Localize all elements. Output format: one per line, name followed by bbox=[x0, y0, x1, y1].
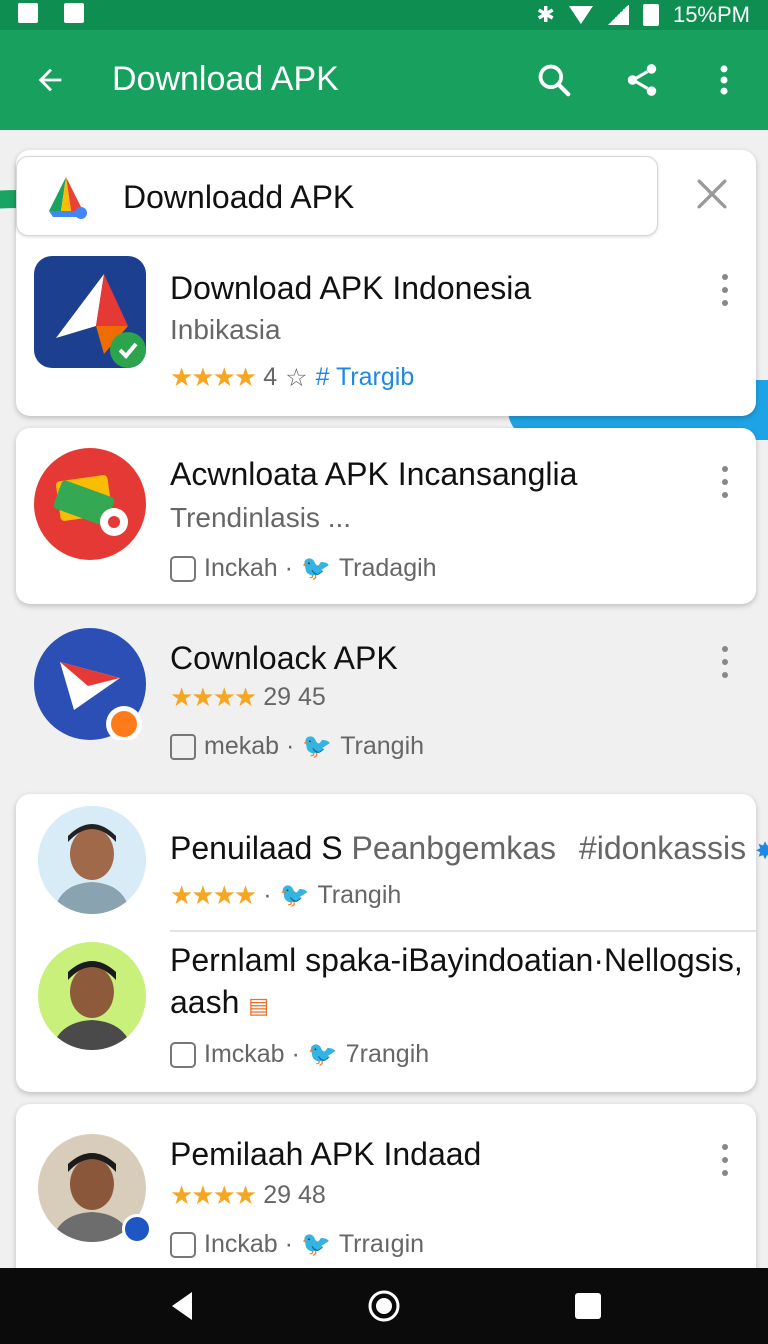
list-item[interactable]: Download APK Indonesia Inbikasia ★★★★ 4 … bbox=[16, 250, 756, 410]
search-field[interactable]: Downloadd APK bbox=[16, 156, 658, 236]
star-icon: ★★★★ bbox=[170, 682, 257, 712]
app-name: Pemilaah APK Indaad bbox=[170, 1136, 482, 1172]
app-bar: Download APK bbox=[0, 30, 768, 130]
star-outline-icon: ☆ bbox=[285, 363, 308, 392]
verified-icon: ✸ bbox=[755, 838, 768, 865]
social-row: Inckah · 🐦 Tradagih bbox=[170, 554, 437, 583]
twitter-icon: 🐦 bbox=[279, 882, 310, 909]
search-icon bbox=[538, 64, 571, 97]
page-title: Download APK bbox=[112, 60, 339, 98]
share-icon bbox=[627, 64, 657, 96]
star-icon: ★★★★ bbox=[170, 880, 257, 910]
nav-back-icon[interactable] bbox=[162, 1286, 202, 1326]
people-card: Penuilaad S Peanbgemkas #idonkassis ✸ ★★… bbox=[16, 794, 768, 1092]
app-name: Acwnloata APK Incansanglia bbox=[170, 456, 578, 492]
badge-icon bbox=[122, 1214, 152, 1244]
item-menu-button[interactable] bbox=[714, 462, 736, 502]
rating-row: ★★★★ 4 ☆ # Trargib bbox=[170, 362, 414, 393]
signal-icon bbox=[606, 5, 629, 25]
social-handle[interactable]: Trangih bbox=[317, 881, 401, 910]
social-row: Inckab · 🐦 Trraıgin bbox=[170, 1230, 424, 1259]
app-name: Download APK Indonesia bbox=[170, 270, 532, 306]
social-handle[interactable]: Inckab · bbox=[204, 1230, 293, 1259]
app-name: Cownloack APK bbox=[170, 640, 398, 676]
list-item[interactable]: Cownloack APK ★★★★ 29 45 mekab · 🐦 Trang… bbox=[16, 618, 756, 778]
rating-value: 4 bbox=[263, 363, 278, 391]
status-time: 15%PM bbox=[672, 2, 750, 27]
hashtag-link[interactable]: # Trargib bbox=[316, 363, 415, 392]
app-developer: Trendinlasis ... bbox=[170, 502, 352, 533]
divider bbox=[170, 930, 756, 932]
social-handle[interactable]: mekab · bbox=[204, 732, 294, 761]
social-handle-2[interactable]: Trraıgin bbox=[339, 1230, 424, 1259]
app-icon bbox=[34, 448, 146, 560]
social-row: Imckab · 🐦 7rangih bbox=[170, 1040, 429, 1069]
social-row: mekab · 🐦 Trangih bbox=[170, 732, 424, 761]
hashtag-link[interactable]: #idonkassis bbox=[579, 830, 746, 866]
item-menu-button[interactable] bbox=[714, 1140, 736, 1180]
rating-value: 29 45 bbox=[263, 683, 326, 711]
twitter-icon: 🐦 bbox=[300, 555, 331, 582]
twitter-icon: 🐦 bbox=[300, 1231, 331, 1258]
nav-recents-icon[interactable] bbox=[568, 1286, 608, 1326]
social-handle[interactable]: Imckab · bbox=[204, 1040, 300, 1069]
star-icon: ★★★★ bbox=[170, 1180, 257, 1210]
search-button[interactable] bbox=[530, 56, 578, 104]
social-handle-2[interactable]: Tradagih bbox=[339, 554, 437, 583]
bluetooth-icon: ✱ bbox=[536, 2, 555, 27]
item-menu-button[interactable] bbox=[714, 642, 736, 682]
rating-row: ★★★★ 29 48 bbox=[170, 1180, 326, 1211]
wifi-icon bbox=[568, 6, 593, 24]
system-navigation-bar bbox=[0, 1268, 768, 1344]
overflow-menu-button[interactable] bbox=[700, 56, 748, 104]
app-icon bbox=[34, 628, 146, 740]
search-input[interactable]: Downloadd APK bbox=[123, 179, 354, 216]
app-icon bbox=[34, 256, 146, 368]
more-vert-icon bbox=[720, 65, 728, 95]
instagram-icon bbox=[170, 1041, 196, 1068]
item-menu-button[interactable] bbox=[714, 270, 736, 310]
avatar bbox=[38, 806, 146, 914]
twitter-icon: 🐦 bbox=[307, 1041, 338, 1068]
app-logo-icon bbox=[49, 177, 87, 219]
rating-row: ★★★★ 29 45 bbox=[170, 682, 326, 713]
nav-home-icon[interactable] bbox=[364, 1286, 404, 1326]
close-button[interactable] bbox=[690, 172, 734, 216]
person-name: Pernlaml spaka-iBayindoatian·Nellogsis, bbox=[170, 942, 743, 978]
close-icon bbox=[697, 179, 727, 209]
list-item[interactable]: Acwnloata APK Incansanglia Trendinlasis … bbox=[16, 428, 756, 604]
status-bar: ✱ 15%PM bbox=[0, 0, 768, 30]
person-name: Penuilaad S Peanbgemkas #idonkassis ✸ bbox=[170, 830, 768, 867]
back-button[interactable] bbox=[28, 58, 72, 102]
notification-icon-2 bbox=[64, 3, 84, 23]
instagram-icon bbox=[170, 1231, 196, 1258]
instagram-icon bbox=[170, 555, 196, 582]
app-developer: Inbikasia bbox=[170, 314, 281, 345]
social-handle-2[interactable]: 7rangih bbox=[346, 1040, 429, 1069]
twitter-icon: 🐦 bbox=[302, 733, 333, 760]
badge-icon: ▤ bbox=[248, 993, 270, 1018]
avatar bbox=[38, 942, 146, 1050]
share-button[interactable] bbox=[618, 56, 666, 104]
social-handle[interactable]: Inckah · bbox=[204, 554, 293, 583]
social-handle-2[interactable]: Trangih bbox=[340, 732, 424, 761]
battery-icon bbox=[642, 4, 659, 26]
info-icon bbox=[170, 733, 196, 760]
rating-value: 29 48 bbox=[263, 1181, 326, 1209]
star-icon: ★★★★ bbox=[170, 362, 257, 392]
back-arrow-icon bbox=[38, 68, 62, 92]
rating-row: ★★★★ · 🐦 Trangih bbox=[170, 880, 402, 910]
person-name-line2: aash ▤ bbox=[170, 984, 270, 1020]
notification-icon bbox=[18, 3, 38, 23]
